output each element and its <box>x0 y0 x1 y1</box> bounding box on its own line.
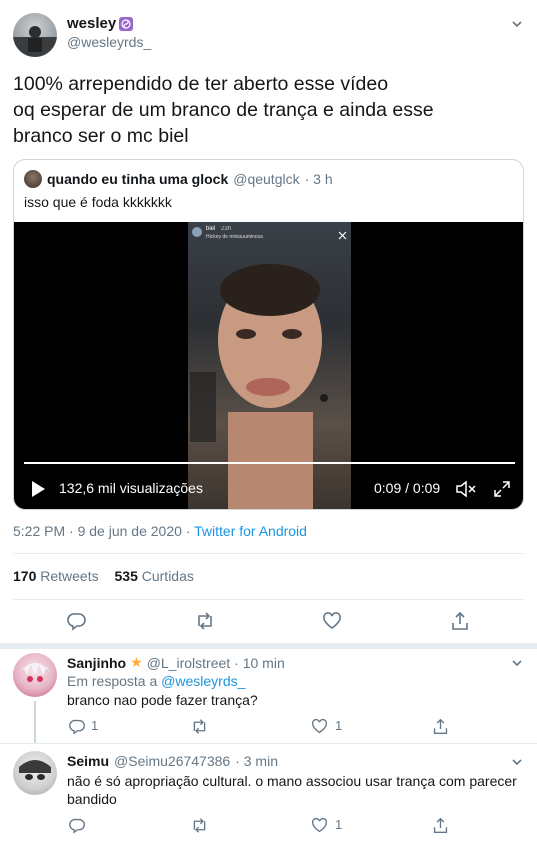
chevron-down-icon[interactable] <box>505 12 529 36</box>
reply-time[interactable]: · 3 min <box>235 753 278 769</box>
quoted-time: · 3 h <box>304 171 333 187</box>
video-player[interactable]: biel 23h Hickey de miniuuuminous 132,6 m… <box>14 222 523 509</box>
likes-stat[interactable]: 535 Curtidas <box>115 568 194 584</box>
avatar[interactable] <box>13 13 57 57</box>
video-time: 0:09 / 0:09 <box>374 480 441 496</box>
retweet-icon[interactable] <box>193 609 217 633</box>
tweet-stats: 170 Retweets 535 Curtidas <box>13 568 194 584</box>
tweet-text-line: 100% arrependido de ter aberto esse víde… <box>13 73 389 95</box>
reply-text: branco nao pode fazer trança? <box>67 692 258 708</box>
display-name[interactable]: wesley <box>67 15 116 32</box>
reply-time[interactable]: · 10 min <box>234 655 285 671</box>
reply-prefix: Em resposta a <box>67 673 158 689</box>
share-icon[interactable] <box>448 609 472 633</box>
reply-icon[interactable] <box>65 813 89 837</box>
video-frame: biel 23h Hickey de miniuuuminous <box>188 222 351 509</box>
chevron-down-icon[interactable] <box>505 750 529 774</box>
close-icon <box>338 227 347 240</box>
retweets-stat[interactable]: 170 Retweets <box>13 568 103 584</box>
quoted-handle: @qeutglck <box>233 171 300 187</box>
quoted-avatar <box>24 170 42 188</box>
tweet-source[interactable]: Twitter for Android <box>194 523 307 539</box>
likes-label: Curtidas <box>141 568 194 584</box>
reply-icon[interactable] <box>65 609 89 633</box>
story-time: 23h <box>221 226 232 232</box>
tweet-text-line: oq esperar de um branco de trança e aind… <box>13 99 434 121</box>
share-icon[interactable] <box>428 813 452 837</box>
reply-text: não é só apropriação cultural. o mano as… <box>67 772 517 808</box>
volume-muted-icon[interactable] <box>454 477 478 501</box>
like-count: 1 <box>335 718 343 733</box>
view-count: 132,6 mil visualizações <box>59 480 203 496</box>
quoted-text: isso que é foda kkkkkkk <box>24 194 172 210</box>
fullscreen-icon[interactable] <box>490 477 514 501</box>
reply-text-line: bandido <box>67 791 117 807</box>
avatar[interactable] <box>13 751 57 795</box>
face-illustration <box>190 264 328 509</box>
video-progress-fill <box>24 462 515 464</box>
tweet-date[interactable]: 9 de jun de 2020 <box>78 523 182 539</box>
tweet-text-line: branco ser o mc biel <box>13 125 189 147</box>
tweet-time[interactable]: 5:22 PM <box>13 523 65 539</box>
display-name[interactable]: Seimu <box>67 753 109 769</box>
display-name[interactable]: Sanjinho <box>67 655 126 671</box>
likes-count: 535 <box>114 568 138 584</box>
video-progress-track[interactable] <box>24 462 515 464</box>
quoted-tweet-card[interactable]: quando eu tinha uma glock @qeutglck · 3 … <box>13 159 524 510</box>
story-avatar <box>192 227 202 237</box>
play-icon[interactable] <box>26 477 50 501</box>
story-sub: Hickey de miniuuuminous <box>206 234 263 240</box>
reply-icon[interactable] <box>65 714 89 738</box>
reply-count: 1 <box>91 718 99 733</box>
quoted-display-name: quando eu tinha uma glock <box>47 171 229 187</box>
retweet-icon[interactable] <box>187 813 211 837</box>
tweet-meta: 5:22 PM · 9 de jun de 2020 · Twitter for… <box>13 523 307 539</box>
reply-to-link[interactable]: @wesleyrds_ <box>161 673 245 689</box>
like-icon[interactable] <box>307 714 331 738</box>
separator: · <box>185 523 191 539</box>
share-icon[interactable] <box>428 714 452 738</box>
chevron-down-icon[interactable] <box>505 651 529 675</box>
like-count: 1 <box>335 817 343 832</box>
handle[interactable]: @Seimu26747386 <box>114 753 230 769</box>
separator: · <box>69 523 74 539</box>
star-icon: ★ <box>130 654 143 670</box>
tweet-text: 100% arrependido de ter aberto esse víde… <box>13 71 434 149</box>
reply-text-line: não é só apropriação cultural. o mano as… <box>67 773 517 789</box>
avatar[interactable] <box>13 653 57 697</box>
handle[interactable]: @L_irolstreet <box>147 655 230 671</box>
like-icon[interactable] <box>320 609 344 633</box>
thread-connector <box>34 701 36 744</box>
retweet-icon[interactable] <box>187 714 211 738</box>
like-icon[interactable] <box>307 813 331 837</box>
retweets-label: Retweets <box>40 568 99 584</box>
retweets-count: 170 <box>13 568 37 584</box>
story-user: biel <box>206 226 216 232</box>
handle[interactable]: @wesleyrds_ <box>67 34 151 50</box>
yin-yang-badge-icon <box>119 16 134 31</box>
reply-context: Em resposta a @wesleyrds_ <box>67 673 245 689</box>
